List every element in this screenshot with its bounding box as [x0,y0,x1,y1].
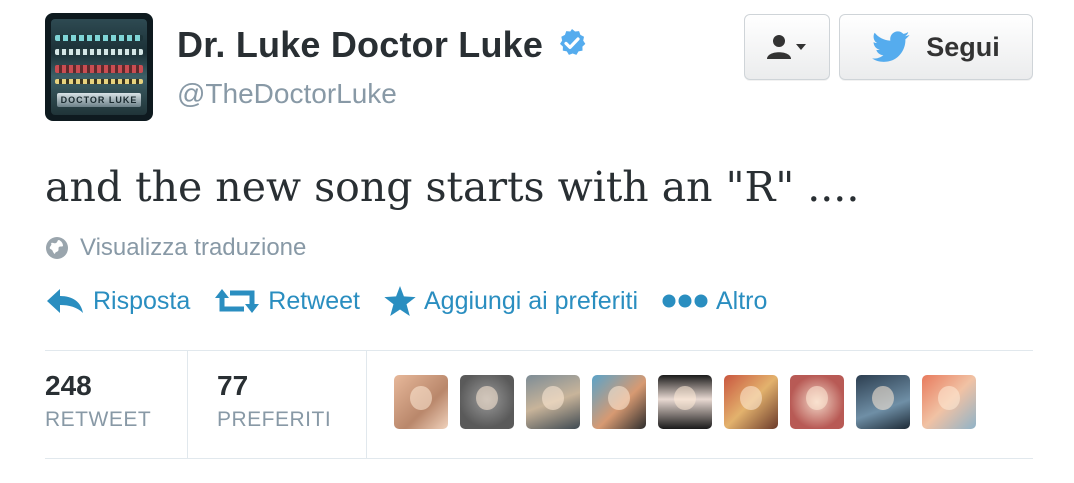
follow-button[interactable]: Segui [839,14,1033,80]
favoriter-avatar[interactable] [790,375,844,429]
favoriter-avatar[interactable] [460,375,514,429]
avatar-decoration [55,79,143,84]
favoriter-avatar[interactable] [394,375,448,429]
favoriter-avatar[interactable] [658,375,712,429]
translate-link[interactable]: Visualizza traduzione [45,234,306,262]
retweet-count: 248 [45,370,92,401]
translate-label: Visualizza traduzione [80,234,307,261]
retweet-count-stat[interactable]: 248 RETWEET [45,370,151,432]
tweet-text: and the new song starts with an "R" .... [45,163,860,211]
retweet-count-label: RETWEET [45,408,152,431]
retweet-icon [215,289,260,313]
avatar-decoration [55,49,143,55]
divider [187,351,188,458]
favorite-action[interactable]: Aggiungi ai preferiti [384,286,638,316]
avatar-logo: DOCTOR LUKE [57,93,141,107]
favorite-label: Aggiungi ai preferiti [423,286,638,315]
favoriter-avatar[interactable] [856,375,910,429]
reply-icon [47,289,83,313]
user-actions-dropdown-button[interactable] [744,14,830,80]
user-handle[interactable]: @TheDoctorLuke [177,78,397,110]
more-label: Altro [716,286,768,315]
avatar[interactable]: DOCTOR LUKE [45,13,153,121]
favorite-count: 77 [217,370,249,401]
favoriters-avatars [394,375,988,429]
reply-action[interactable]: Risposta [45,287,190,316]
retweet-action[interactable]: Retweet [214,287,360,316]
user-dropdown-icon [767,35,806,59]
avatar-decoration [55,35,143,41]
follow-button-label: Segui [926,31,1000,62]
favoriter-avatar[interactable] [592,375,646,429]
retweet-label: Retweet [268,286,360,315]
twitter-bird-icon [872,31,910,62]
display-name[interactable]: Dr. Luke Doctor Luke [177,24,543,66]
favoriter-avatar[interactable] [922,375,976,429]
divider [45,350,1033,351]
favoriter-avatar[interactable] [724,375,778,429]
star-icon [384,286,416,316]
tweet-actions: Risposta Retweet Aggiungi ai preferiti A… [45,286,791,316]
favorite-count-stat[interactable]: 77 PREFERITI [217,370,331,432]
favoriter-avatar[interactable] [526,375,580,429]
verified-badge-icon [559,29,585,55]
more-icon [662,294,708,308]
more-action[interactable]: Altro [662,287,767,316]
user-name-block: Dr. Luke Doctor Luke [177,24,588,66]
globe-icon [46,237,68,259]
avatar-decoration [55,65,143,73]
divider [366,351,367,458]
favorite-count-label: PREFERITI [217,408,332,431]
reply-label: Risposta [93,286,191,315]
divider [45,458,1033,459]
